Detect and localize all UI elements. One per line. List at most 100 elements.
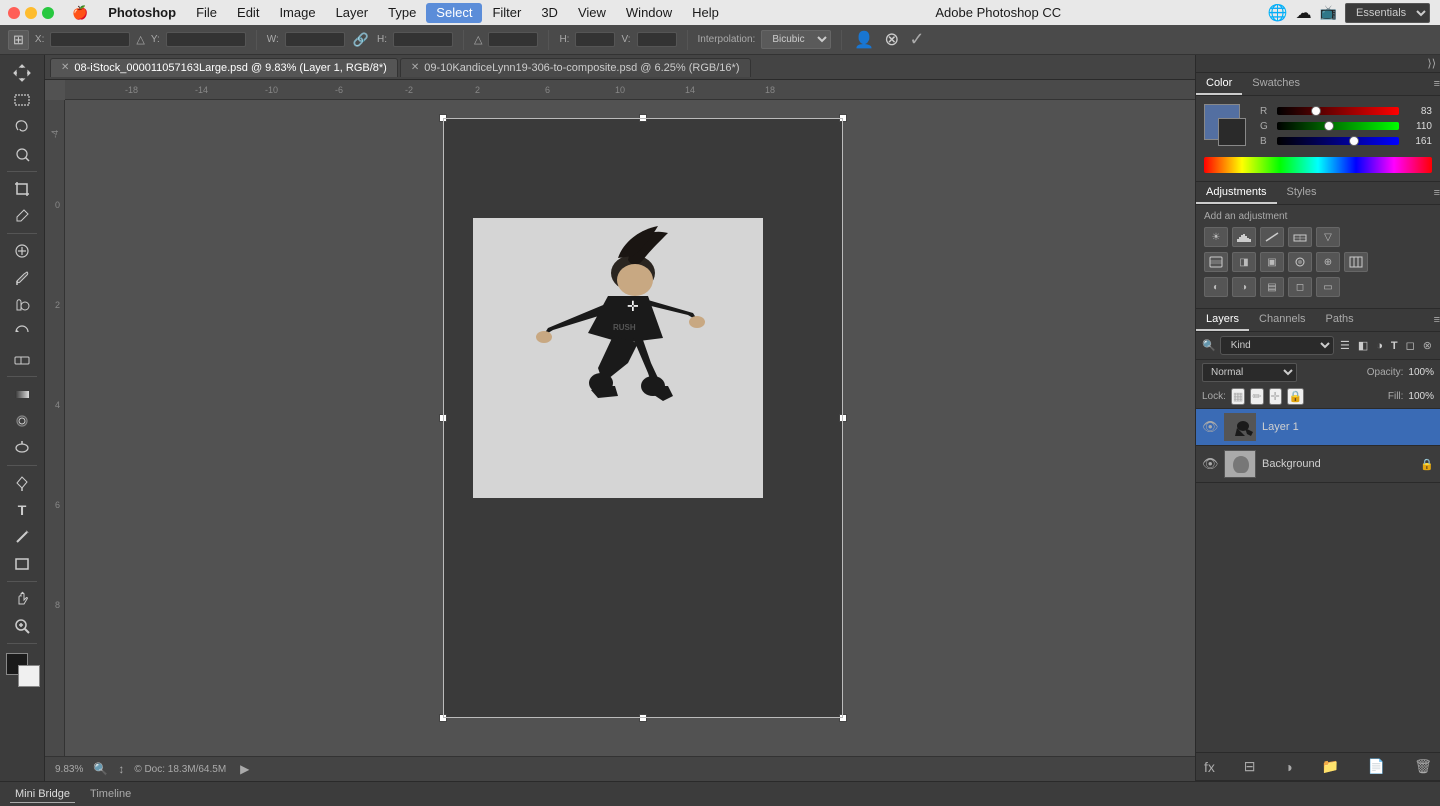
opacity-value[interactable]: 100%	[1408, 367, 1434, 378]
essentials-dropdown[interactable]: Essentials	[1345, 3, 1430, 23]
crop-tool[interactable]	[9, 176, 35, 202]
exposure-adj[interactable]	[1288, 227, 1312, 247]
menu-view[interactable]: View	[568, 3, 616, 23]
vibrance-adj[interactable]: ▽	[1316, 227, 1340, 247]
new-group-button[interactable]: 📁	[1322, 758, 1339, 775]
cloud-sync-icon[interactable]: ↕	[118, 762, 124, 776]
fill-value[interactable]: 100%	[1408, 391, 1434, 402]
tool-options-button[interactable]: ⊞	[8, 30, 29, 50]
layer-filter-select[interactable]: Kind	[1220, 336, 1334, 355]
history-brush-tool[interactable]	[9, 319, 35, 345]
navigate-icon[interactable]: ▶	[240, 762, 249, 776]
menu-edit[interactable]: Edit	[227, 3, 269, 23]
move-tool[interactable]	[9, 60, 35, 86]
brush-tool[interactable]	[9, 265, 35, 291]
healing-brush-tool[interactable]	[9, 238, 35, 264]
color-balance-adj[interactable]: ◨	[1232, 252, 1256, 272]
layer-text-filter[interactable]: T	[1389, 338, 1400, 354]
layer-pixel-filter[interactable]: ◧	[1356, 337, 1370, 354]
threshold-adj[interactable]: ▤	[1260, 277, 1284, 297]
black-white-adj[interactable]: ▣	[1260, 252, 1284, 272]
quick-select-tool[interactable]	[9, 141, 35, 167]
layer-visibility-layer1[interactable]: 👁	[1202, 419, 1218, 435]
green-slider[interactable]	[1277, 122, 1399, 130]
interpolation-select[interactable]: Bicubic	[761, 30, 831, 49]
posterize-adj[interactable]: ◑	[1232, 277, 1256, 297]
adjustments-panel-menu[interactable]: ≡	[1434, 182, 1440, 204]
brightness-contrast-adj[interactable]: ☀	[1204, 227, 1228, 247]
type-tool[interactable]: T	[9, 497, 35, 523]
transform-handle-mr[interactable]	[839, 414, 847, 422]
tab-swatches[interactable]: Swatches	[1242, 73, 1310, 95]
menu-file[interactable]: File	[186, 3, 227, 23]
maximize-button[interactable]	[42, 7, 54, 19]
background-color[interactable]	[18, 665, 40, 687]
lock-transparent-button[interactable]: ▦	[1231, 388, 1245, 405]
add-mask-button[interactable]: ⊟	[1244, 758, 1256, 775]
tab-timeline[interactable]: Timeline	[85, 786, 136, 802]
tab-mini-bridge[interactable]: Mini Bridge	[10, 786, 75, 803]
gradient-map-adj[interactable]: ◻	[1288, 277, 1312, 297]
layer-visibility-background[interactable]: 👁	[1202, 456, 1218, 472]
rectangle-tool[interactable]	[9, 551, 35, 577]
x-input[interactable]: 1288.00 px	[50, 32, 130, 47]
color-lookup-adj[interactable]	[1344, 252, 1368, 272]
color-spectrum-bar[interactable]	[1204, 157, 1432, 173]
transform-handle-tc[interactable]	[639, 114, 647, 122]
new-adjustment-button[interactable]: ◑	[1284, 759, 1292, 775]
color-panel-menu[interactable]: ≡	[1434, 73, 1440, 95]
menu-filter[interactable]: Filter	[482, 3, 531, 23]
skew-v-input[interactable]: 0.00	[637, 32, 677, 47]
blur-tool[interactable]	[9, 408, 35, 434]
transform-handle-br[interactable]	[839, 714, 847, 722]
y-input[interactable]: 1546.00 px	[166, 32, 246, 47]
layer-item-layer1[interactable]: 👁 Layer 1	[1196, 409, 1440, 446]
w-input[interactable]: 100.00%	[285, 32, 345, 47]
transform-handle-bl[interactable]	[439, 714, 447, 722]
eraser-tool[interactable]	[9, 346, 35, 372]
h-input[interactable]: 100.00%	[393, 32, 453, 47]
tab-adjustments[interactable]: Adjustments	[1196, 182, 1277, 204]
rotation-input[interactable]: 0.00	[488, 32, 538, 47]
layers-panel-menu[interactable]: ≡	[1434, 309, 1440, 331]
layer-adjustment-filter[interactable]: ◑	[1374, 338, 1385, 354]
tab-layers[interactable]: Layers	[1196, 309, 1249, 331]
minimize-button[interactable]	[25, 7, 37, 19]
menu-type[interactable]: Type	[378, 3, 426, 23]
photo-filter-adj[interactable]	[1288, 252, 1312, 272]
clone-stamp-tool[interactable]	[9, 292, 35, 318]
link-proportions-button[interactable]: 🔗	[351, 30, 371, 50]
gradient-tool[interactable]	[9, 381, 35, 407]
lock-position-button[interactable]: ✛	[1269, 388, 1282, 405]
tab-1[interactable]: ✕ 09-10KandiceLynn19-306-to-composite.ps…	[400, 58, 751, 77]
channel-mixer-adj[interactable]: ⊕	[1316, 252, 1340, 272]
hand-tool[interactable]	[9, 586, 35, 612]
menu-layer[interactable]: Layer	[326, 3, 379, 23]
menu-help[interactable]: Help	[682, 3, 729, 23]
levels-adj[interactable]	[1232, 227, 1256, 247]
layer-item-background[interactable]: 👁 Background 🔒	[1196, 446, 1440, 483]
blue-slider[interactable]	[1277, 137, 1399, 145]
layer-shape-filter[interactable]: ◻	[1404, 337, 1417, 354]
menu-3d[interactable]: 3D	[531, 3, 568, 23]
pen-tool[interactable]	[9, 470, 35, 496]
menu-image[interactable]: Image	[269, 3, 325, 23]
tab-color[interactable]: Color	[1196, 73, 1242, 95]
transform-handle-tr[interactable]	[839, 114, 847, 122]
new-layer-button[interactable]: 📄	[1368, 758, 1385, 775]
tab-styles[interactable]: Styles	[1277, 182, 1327, 204]
selective-color-adj[interactable]: ▭	[1316, 277, 1340, 297]
confirm-transform-button[interactable]: ✓	[907, 27, 926, 52]
background-color-swatch[interactable]	[1218, 118, 1246, 146]
layer-smart-filter[interactable]: ⊗	[1421, 337, 1434, 354]
transform-handle-tl[interactable]	[439, 114, 447, 122]
blend-mode-select[interactable]: Normal	[1202, 363, 1297, 382]
layer-fx-button[interactable]: fx	[1204, 759, 1215, 775]
layer-type-filter[interactable]: ☰	[1338, 337, 1352, 354]
menu-window[interactable]: Window	[616, 3, 682, 23]
delete-layer-button[interactable]: 🗑	[1414, 758, 1432, 775]
lock-all-button[interactable]: 🔒	[1287, 388, 1305, 405]
eyedropper-tool[interactable]	[9, 203, 35, 229]
dodge-tool[interactable]	[9, 435, 35, 461]
skew-h-input[interactable]: 0.00	[575, 32, 615, 47]
